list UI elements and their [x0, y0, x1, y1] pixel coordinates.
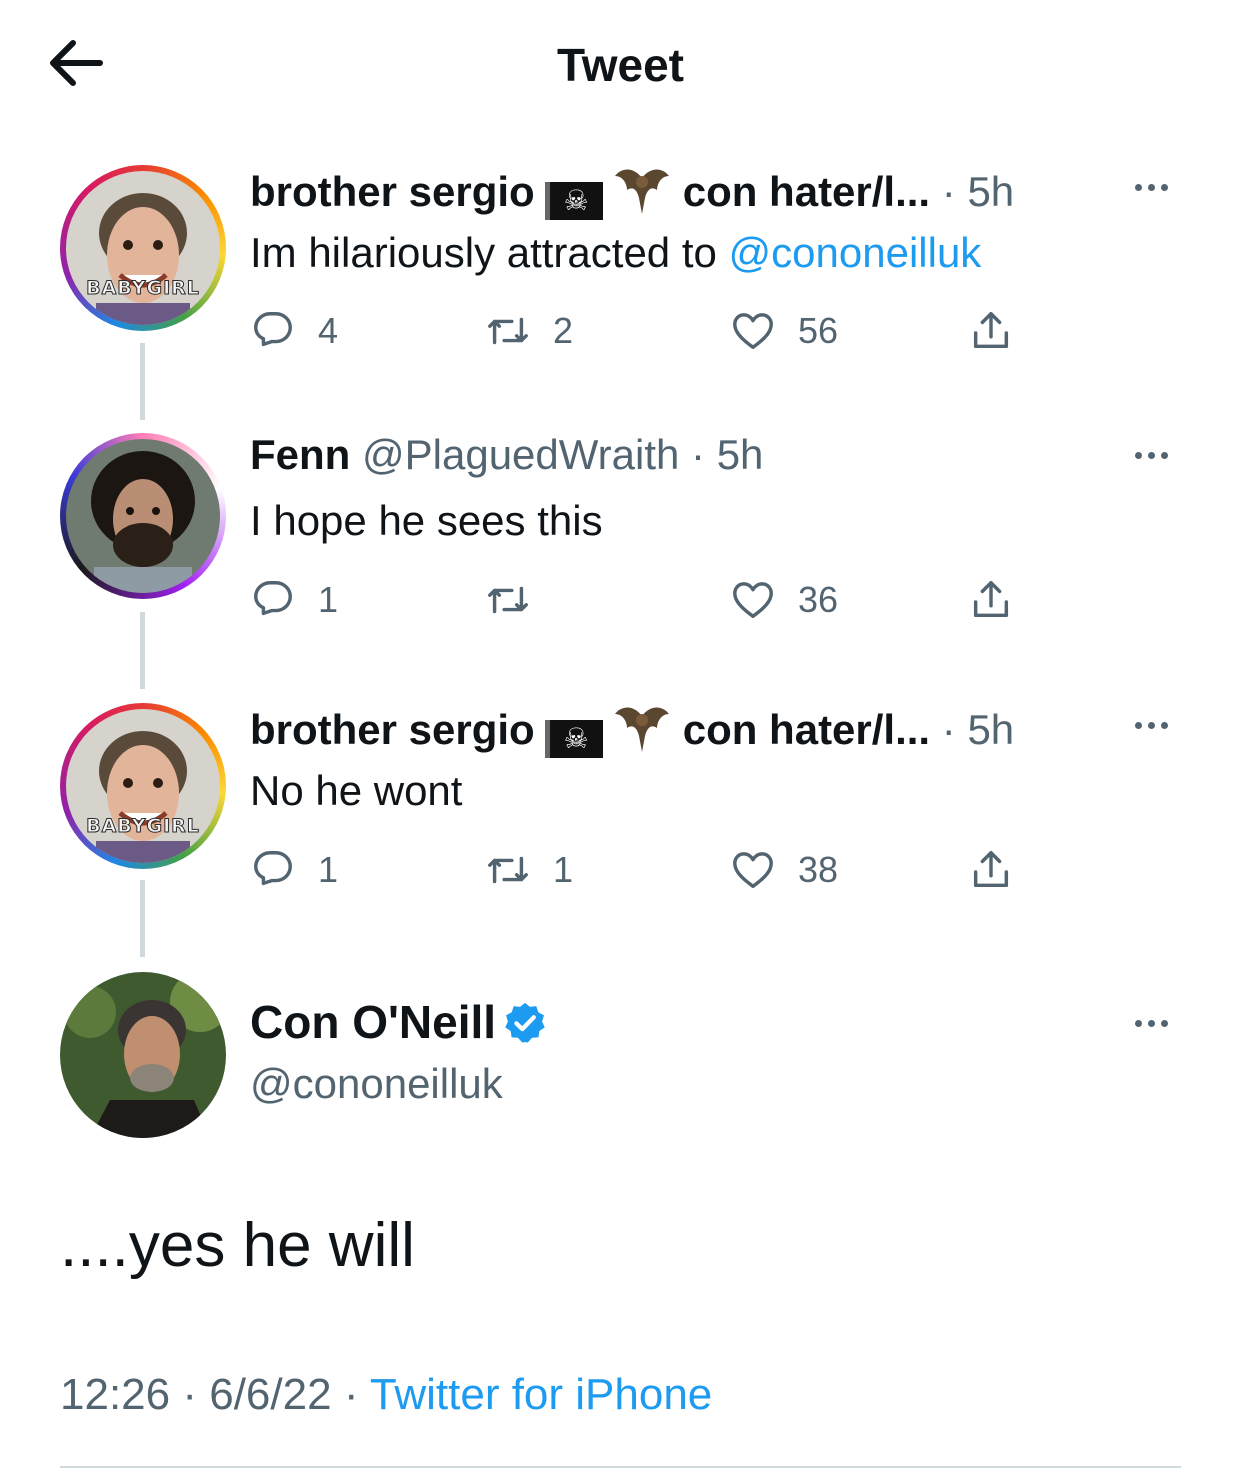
page-title: Tweet [557, 39, 684, 91]
avatar-photo [66, 171, 220, 325]
avatar[interactable] [60, 433, 226, 599]
display-name[interactable]: Fenn [250, 431, 350, 478]
heart-icon [733, 852, 773, 889]
heart-icon [733, 313, 773, 350]
avatar-photo [66, 439, 220, 593]
like-button[interactable]: 38 [730, 847, 838, 893]
tweet-text: ....yes he will [60, 1211, 415, 1280]
thread-connector [140, 612, 145, 689]
display-name-extra[interactable]: con hater/l... [683, 168, 930, 215]
thread-connector [140, 343, 145, 420]
reply-count: 1 [318, 579, 339, 620]
timestamp[interactable]: 5h [967, 706, 1014, 753]
retweet-button[interactable] [485, 577, 553, 623]
retweet-button[interactable]: 2 [485, 308, 573, 354]
share-button[interactable] [968, 308, 1014, 354]
share-button[interactable] [968, 847, 1014, 893]
thread-connector [140, 880, 145, 957]
retweet-count: 2 [553, 310, 574, 351]
mention-link[interactable]: @cononeilluk [729, 229, 982, 276]
share-button[interactable] [968, 577, 1014, 623]
tweet-text: I hope he sees this [250, 497, 603, 544]
reply-count: 1 [318, 849, 339, 890]
share-icon [973, 581, 1009, 618]
avatar-photo [60, 972, 226, 1138]
tweet-text: No he wont [250, 767, 463, 814]
tweet-time: 12:26 [60, 1370, 171, 1419]
bat-icon [614, 707, 669, 752]
more-options-icon[interactable] [1132, 446, 1180, 466]
reply-icon [254, 851, 292, 886]
avatar[interactable]: BABYGIRL [60, 165, 226, 331]
like-button[interactable]: 56 [730, 308, 838, 354]
display-name[interactable]: brother sergio [250, 168, 535, 215]
pirate-flag-icon: ☠ [544, 182, 603, 220]
display-name[interactable]: brother sergio [250, 706, 535, 753]
pirate-flag-icon: ☠ [544, 720, 603, 758]
verified-badge-icon [505, 1002, 545, 1043]
tweet-text-content: Im hilariously attracted to [250, 229, 729, 276]
retweet-icon [488, 317, 528, 345]
like-button[interactable]: 36 [730, 577, 838, 623]
avatar[interactable] [60, 972, 226, 1138]
share-icon [973, 312, 1009, 349]
retweet-icon [488, 856, 528, 884]
timestamp[interactable]: 5h [717, 431, 764, 478]
top-bar: Tweet [0, 0, 1241, 125]
user-handle[interactable]: @cononeilluk [250, 1060, 503, 1108]
display-name: Con O'Neill [250, 995, 548, 1049]
reply-button[interactable]: 1 [250, 847, 338, 893]
avatar[interactable]: BABYGIRL [60, 703, 226, 869]
user-handle[interactable]: @PlaguedWraith [362, 431, 679, 478]
tweet-text: Im hilariously attracted to @cononeilluk [250, 228, 981, 278]
like-count: 38 [798, 849, 839, 890]
heart-icon [733, 582, 773, 619]
reply-icon [254, 312, 292, 347]
tweet-date: 6/6/22 [209, 1370, 332, 1419]
share-icon [973, 851, 1009, 888]
tweet-meta: brother sergio ☠ con hater/l... · 5h [250, 700, 1014, 758]
tweet-meta: Fenn @PlaguedWraith · 5h [250, 431, 764, 478]
retweet-icon [488, 586, 528, 614]
display-name-extra[interactable]: con hater/l... [683, 706, 930, 753]
reply-count: 4 [318, 310, 339, 351]
retweet-button[interactable]: 1 [485, 847, 573, 893]
tweet-source-link[interactable]: Twitter for iPhone [370, 1370, 712, 1419]
reply-icon [254, 581, 292, 616]
tweet-meta: brother sergio ☠ con hater/l... · 5h [250, 162, 1014, 220]
tweet-timestamp-row: 12:26 · 6/6/22 · Twitter for iPhone [60, 1370, 713, 1419]
display-name-text[interactable]: Con O'Neill [250, 996, 496, 1048]
timestamp[interactable]: 5h [967, 168, 1014, 215]
reply-button[interactable]: 1 [250, 577, 338, 623]
retweet-count: 1 [553, 849, 574, 890]
more-options-icon[interactable] [1132, 716, 1180, 736]
reply-button[interactable]: 4 [250, 308, 338, 354]
more-options-icon[interactable] [1132, 1014, 1180, 1034]
like-count: 56 [798, 310, 839, 351]
more-options-icon[interactable] [1132, 178, 1180, 198]
like-count: 36 [798, 579, 839, 620]
bat-icon [614, 169, 669, 214]
avatar-photo [66, 709, 220, 863]
divider [60, 1466, 1181, 1468]
